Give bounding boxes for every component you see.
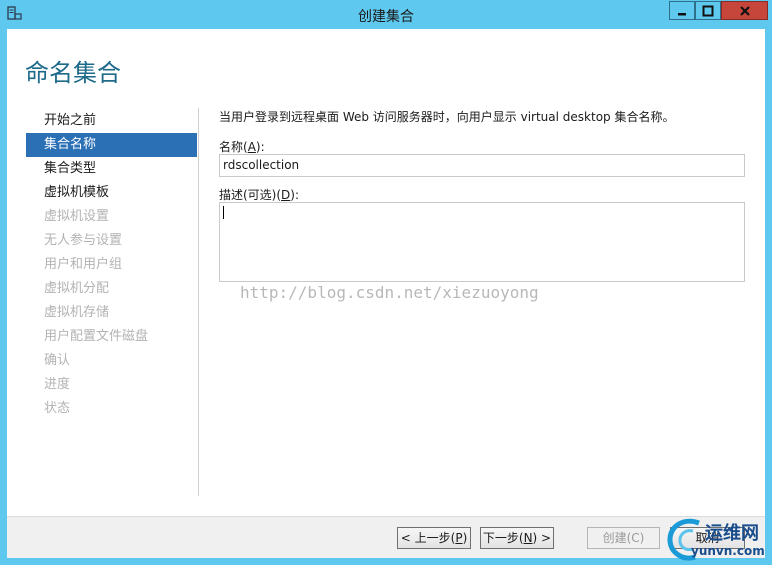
collection-name-input[interactable]: rdscollection (219, 154, 745, 177)
logo-chinese-text: 运维网 (705, 523, 759, 544)
nav-step-item[interactable]: 集合类型 (26, 157, 197, 181)
nav-step-item: 确认 (44, 353, 71, 368)
page-title: 命名集合 (25, 59, 121, 87)
page-description: 当用户登录到远程桌面 Web 访问服务器时，向用户显示 virtual desk… (219, 110, 675, 124)
nav-step-item: 状态 (44, 401, 71, 416)
minimize-icon (678, 12, 686, 15)
nav-step-item[interactable]: 虚拟机模板 (26, 181, 197, 205)
title-bar[interactable]: 创建集合 (0, 0, 772, 29)
create-button[interactable]: 创建(C) (587, 527, 660, 549)
next-button[interactable]: 下一步(N) > (480, 527, 554, 549)
site-logo: 运维网 yunvn.com (665, 513, 772, 565)
text-caret (223, 206, 224, 219)
create-collection-window: 创建集合 命名集合 开始之前 集合名称 集合类型 虚拟机模板 虚拟机设置 无人参与设置 用户… (0, 0, 772, 565)
minimize-button[interactable] (669, 1, 695, 20)
nav-step-item: 虚拟机设置 (44, 209, 110, 224)
watermark-text: http://blog.csdn.net/xiezuoyong (240, 283, 539, 302)
nav-step-item: 无人参与设置 (44, 233, 123, 248)
previous-button[interactable]: < 上一步(P) (397, 527, 471, 549)
wizard-footer: < 上一步(P) 下一步(N) > 创建(C) 取消 (7, 516, 765, 558)
maximize-button[interactable] (695, 1, 721, 20)
logo-domain-text: yunvn.com (691, 544, 765, 558)
nav-step-item[interactable]: 开始之前 (26, 109, 197, 133)
description-label: 描述(可选)(D): (219, 188, 300, 202)
nav-step-item[interactable]: 集合名称 (26, 133, 197, 157)
wizard-content: 命名集合 开始之前 集合名称 集合类型 虚拟机模板虚拟机设置无人参与设置 用户和用户组虚… (7, 29, 765, 516)
window-title: 创建集合 (358, 9, 414, 25)
divider (198, 108, 199, 496)
nav-step-item: 用户和用户组 (44, 257, 123, 272)
close-button[interactable] (721, 1, 768, 20)
maximize-icon (702, 5, 714, 16)
wizard-steps-nav: 开始之前 集合名称 集合类型 虚拟机模板虚拟机设置无人参与设置 用户和用户组 虚拟机分配虚… (26, 109, 197, 421)
nav-step-item: 虚拟机分配 (44, 281, 110, 296)
nav-step-item: 用户配置文件磁盘 (44, 329, 149, 344)
nav-step-item: 进度 (44, 377, 71, 392)
description-textarea[interactable] (219, 202, 745, 282)
close-icon (739, 5, 750, 16)
name-label: 名称(A): (219, 140, 265, 154)
nav-step-item: 虚拟机存储 (44, 305, 110, 320)
